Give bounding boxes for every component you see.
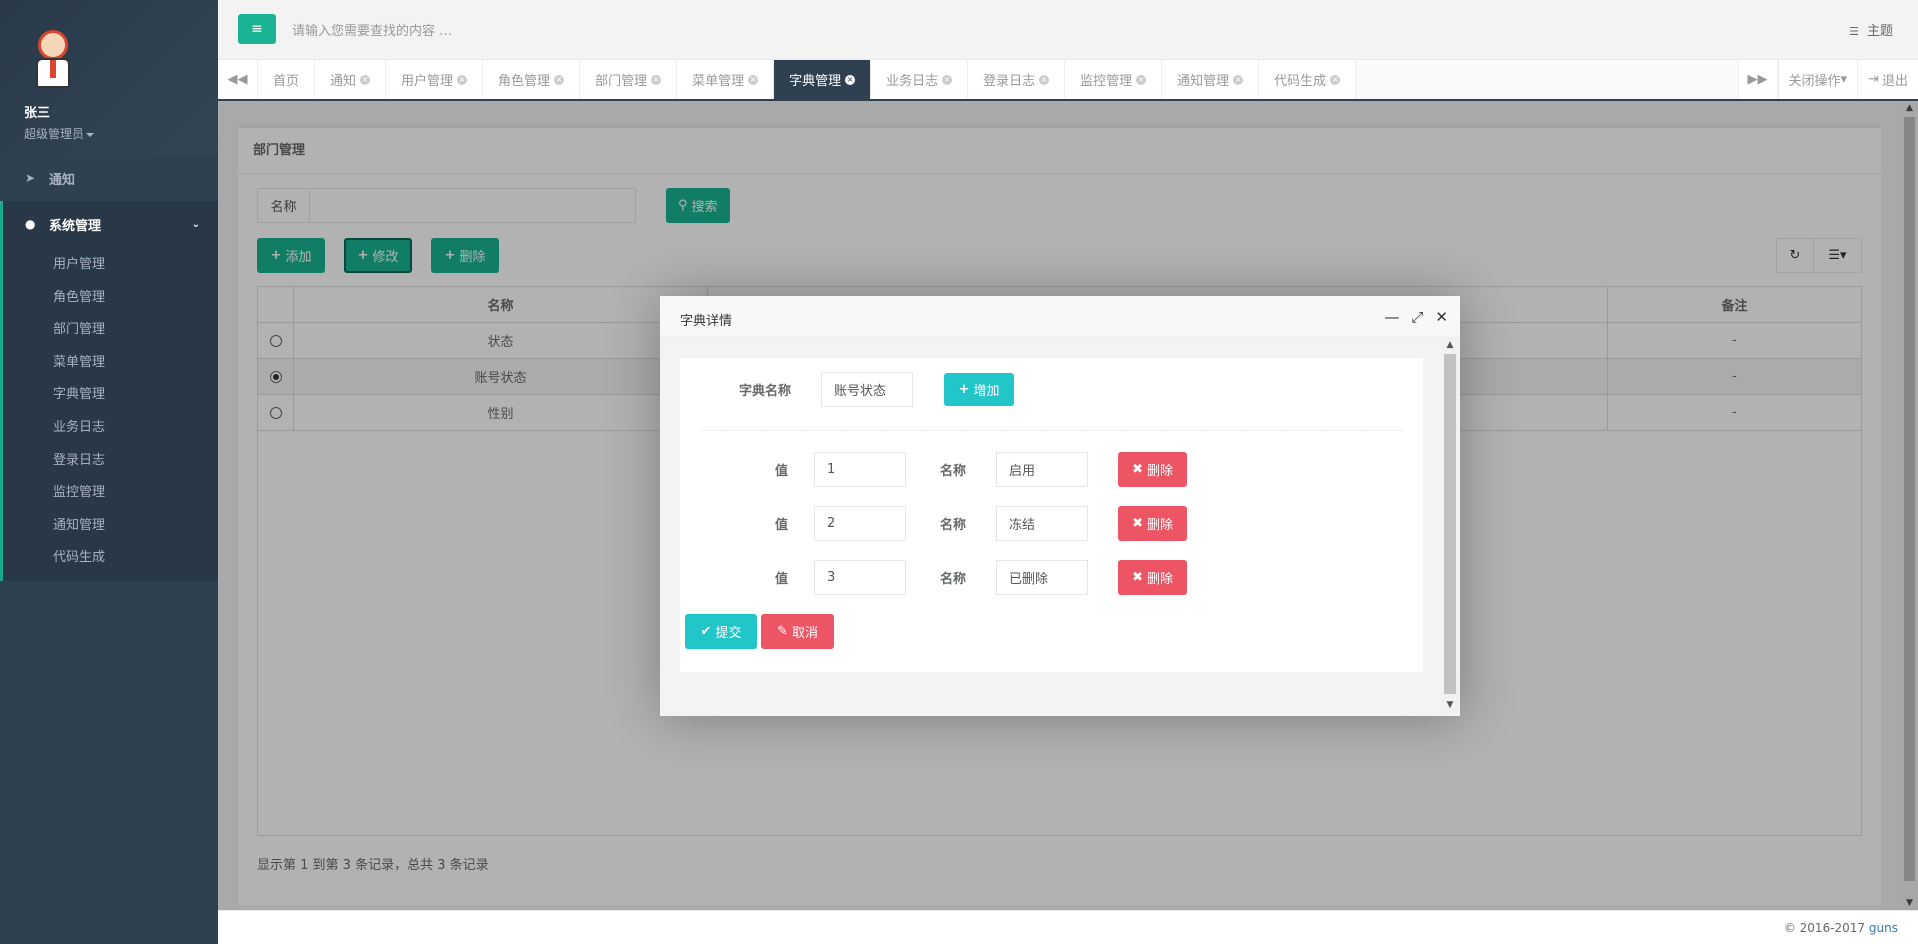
add-entry-button[interactable]: + 增加 (944, 373, 1015, 406)
sidebar-sub-item[interactable]: 菜单管理 (3, 347, 218, 380)
dialog-scrollbar[interactable]: ▲ ▼ (1442, 338, 1458, 712)
copyright: © 2016-2017 guns (1783, 921, 1898, 935)
name-label: 名称 (940, 518, 967, 533)
close-icon[interactable]: × (1233, 74, 1244, 85)
dialog-body: 字典名称 账号状态 + 增加 值 1 名称 启用 ✖ 删除 值 2 名称 冻结 ✖ 删… (680, 358, 1423, 672)
theme-button[interactable]: ☰ 主题 (1849, 20, 1893, 39)
eraser-icon: ✎ (777, 624, 788, 639)
tab-dept-mgmt[interactable]: 部门管理 × (580, 60, 678, 99)
tab-home[interactable]: 首页 (258, 60, 316, 99)
delete-entry-button[interactable]: ✖ 删除 (1118, 506, 1188, 541)
value-input[interactable]: 1 (814, 452, 907, 487)
name-label: 名称 (940, 464, 967, 479)
value-label: 值 (775, 518, 789, 533)
top-navbar: ≡ 请输入您需要查找的内容 … ☰ 主题 (218, 0, 1918, 60)
sidebar: 张三 超级管理员 ➤ 通知 ● 系统管理 ⌄ 用户管理 角色管理 部门管理 菜单管理… (0, 0, 218, 944)
tabs-scroll-left-button[interactable]: ◀◀ (218, 60, 258, 99)
tab-role-mgmt[interactable]: 角色管理 × (483, 60, 581, 99)
scroll-up-icon[interactable]: ▲ (1442, 338, 1458, 352)
system-submenu: 用户管理 角色管理 部门管理 菜单管理 字典管理 业务日志 登录日志 监控管理 … (0, 247, 218, 581)
close-icon[interactable]: × (1039, 74, 1050, 85)
hamburger-icon: ≡ (251, 21, 263, 37)
caret-down-icon (86, 132, 95, 137)
sidebar-sub-item[interactable]: 业务日志 (3, 412, 218, 445)
dict-name-label: 字典名称 (739, 384, 792, 399)
cancel-button[interactable]: ✎ 取消 (761, 614, 834, 649)
dialog-header: 字典详情 — ⤢ ✕ (660, 296, 1460, 338)
dialog-title: 字典详情 (680, 314, 733, 329)
times-icon: ✖ (1132, 570, 1143, 585)
footer: © 2016-2017 guns (218, 910, 1918, 944)
user-name: 张三 (24, 106, 51, 121)
sign-out-icon: ⇥ (1868, 72, 1879, 87)
tab-notice[interactable]: 通知 × (315, 60, 387, 99)
close-icon[interactable]: × (1330, 74, 1341, 85)
name-input[interactable]: 启用 (996, 452, 1089, 487)
tab-biz-log[interactable]: 业务日志 × (871, 60, 969, 99)
value-input[interactable]: 3 (814, 560, 907, 595)
brand-link[interactable]: guns (1869, 921, 1898, 935)
profile: 张三 超级管理员 (0, 0, 218, 155)
sidebar-sub-item[interactable]: 用户管理 (3, 249, 218, 282)
rocket-icon: ➤ (25, 171, 36, 185)
caret-down-icon: ▾ (1840, 72, 1848, 87)
value-input[interactable]: 2 (814, 506, 907, 541)
scroll-down-icon[interactable]: ▼ (1442, 698, 1458, 712)
chevron-down-icon: ⌄ (191, 218, 200, 230)
close-icon[interactable]: × (651, 74, 662, 85)
user-icon: ● (25, 217, 36, 231)
tab-menu-mgmt[interactable]: 菜单管理 × (677, 60, 775, 99)
tab-notice-mgmt[interactable]: 通知管理 × (1162, 60, 1260, 99)
sidebar-sub-item[interactable]: 角色管理 (3, 282, 218, 315)
sidebar-item-system[interactable]: ● 系统管理 ⌄ (0, 201, 218, 247)
tabs-scroll-right-button[interactable]: ▶▶ (1737, 60, 1778, 99)
close-icon[interactable]: × (457, 74, 468, 85)
sidebar-sub-item[interactable]: 登录日志 (3, 445, 218, 478)
tab-monitor[interactable]: 监控管理 × (1065, 60, 1163, 99)
close-icon[interactable]: ✕ (1435, 308, 1448, 326)
close-icon[interactable]: × (554, 74, 565, 85)
sidebar-sub-item[interactable]: 部门管理 (3, 314, 218, 347)
sidebar-sub-item[interactable]: 监控管理 (3, 477, 218, 510)
close-ops-dropdown[interactable]: 关闭操作 ▾ (1777, 60, 1858, 99)
close-icon[interactable]: × (845, 74, 856, 85)
user-role-dropdown[interactable]: 超级管理员 (24, 125, 218, 142)
value-label: 值 (775, 464, 789, 479)
sidebar-sub-item[interactable]: 通知管理 (3, 510, 218, 543)
close-icon[interactable]: × (942, 74, 953, 85)
times-icon: ✖ (1132, 516, 1143, 531)
name-input[interactable]: 已删除 (996, 560, 1089, 595)
close-icon[interactable]: × (1136, 74, 1147, 85)
plus-icon: + (958, 382, 970, 397)
sidebar-item-notice[interactable]: ➤ 通知 (0, 155, 218, 201)
delete-entry-button[interactable]: ✖ 删除 (1118, 452, 1188, 487)
avatar[interactable] (24, 20, 84, 90)
page-tabs: ◀◀ 首页 通知 × 用户管理 × 角色管理 × 部门管理 × 菜单管理 × 字典管理 × … (218, 60, 1918, 101)
logout-button[interactable]: ⇥ 退出 (1857, 60, 1918, 99)
times-icon: ✖ (1132, 462, 1143, 477)
tab-codegen[interactable]: 代码生成 × (1259, 60, 1357, 99)
top-search-input[interactable]: 请输入您需要查找的内容 … (292, 20, 452, 39)
list-icon: ☰ (1849, 25, 1859, 38)
check-icon: ✔ (700, 624, 712, 639)
value-label: 值 (775, 572, 789, 587)
close-icon[interactable]: × (748, 74, 759, 85)
submit-button[interactable]: ✔ 提交 (685, 614, 757, 649)
name-input[interactable]: 冻结 (996, 506, 1089, 541)
sidebar-sub-item[interactable]: 字典管理 (3, 379, 218, 412)
menu-toggle-button[interactable]: ≡ (238, 14, 276, 44)
tab-user-mgmt[interactable]: 用户管理 × (386, 60, 484, 99)
sidebar-sub-item[interactable]: 代码生成 (3, 542, 218, 575)
divider (700, 430, 1403, 431)
dict-detail-dialog: 字典详情 — ⤢ ✕ 字典名称 账号状态 + 增加 值 1 名称 启用 ✖ 删除 值… (660, 296, 1460, 716)
name-label: 名称 (940, 572, 967, 587)
tab-dict-mgmt[interactable]: 字典管理 × (774, 60, 872, 99)
maximize-icon[interactable]: ⤢ (1411, 308, 1423, 326)
tab-login-log[interactable]: 登录日志 × (968, 60, 1066, 99)
delete-entry-button[interactable]: ✖ 删除 (1118, 560, 1188, 595)
close-icon[interactable]: × (360, 74, 371, 85)
minimize-icon[interactable]: — (1384, 308, 1399, 326)
dict-name-input[interactable]: 账号状态 (821, 372, 914, 407)
